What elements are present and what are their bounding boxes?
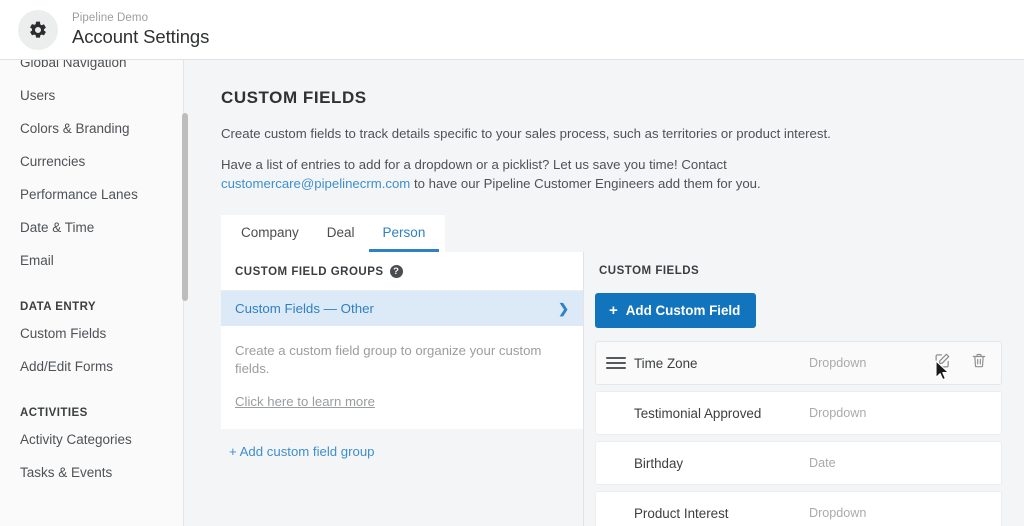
- sidebar-scrollbar-thumb[interactable]: [182, 113, 188, 301]
- table-row[interactable]: Time Zone Dropdown: [595, 341, 1002, 385]
- sidebar-item-users[interactable]: Users: [0, 79, 183, 112]
- sidebar-heading-activities: ACTIVITIES: [20, 407, 88, 419]
- fields-panel-heading: CUSTOM FIELDS: [599, 265, 700, 277]
- contact-suffix: to have our Pipeline Customer Engineers …: [410, 176, 761, 191]
- add-custom-field-button[interactable]: + Add Custom Field: [595, 293, 757, 328]
- panels-container: CUSTOM FIELD GROUPS ? Custom Fields — Ot…: [221, 252, 1002, 526]
- sidebar-item-performance-lanes[interactable]: Performance Lanes: [0, 178, 183, 211]
- account-settings-page: Pipeline Demo Account Settings Global Na…: [0, 0, 1024, 526]
- field-name: Birthday: [634, 455, 684, 471]
- group-item-custom-fields-other[interactable]: Custom Fields — Other ❯: [221, 291, 583, 326]
- fields-panel-header: CUSTOM FIELDS: [595, 252, 1002, 281]
- groups-card: Custom Fields — Other ❯ Create a custom …: [221, 291, 583, 429]
- sidebar-item-custom-fields[interactable]: Custom Fields: [0, 317, 183, 350]
- table-row[interactable]: Testimonial Approved Dropdown: [595, 391, 1002, 435]
- field-type: Date: [809, 456, 836, 470]
- help-circle-icon[interactable]: ?: [389, 265, 403, 278]
- sidebar-item-currencies[interactable]: Currencies: [0, 145, 183, 178]
- page-title: Account Settings: [72, 25, 210, 47]
- custom-fields-list: Time Zone Dropdown Testimonial Approved …: [595, 341, 1002, 526]
- sidebar-item-email[interactable]: Email: [0, 244, 183, 277]
- sidebar-item-colors-branding[interactable]: Colors & Branding: [0, 112, 183, 145]
- groups-empty-state: Create a custom field group to organize …: [221, 326, 583, 429]
- settings-sidebar[interactable]: Global Navigation Users Colors & Brandin…: [0, 60, 184, 526]
- gear-icon[interactable]: [18, 9, 58, 50]
- field-name: Product Interest: [634, 505, 729, 521]
- sidebar-item-date-time[interactable]: Date & Time: [0, 211, 183, 244]
- contact-paragraph: Have a list of entries to add for a drop…: [221, 155, 881, 193]
- groups-panel-header: CUSTOM FIELD GROUPS ?: [221, 252, 583, 291]
- table-row[interactable]: Product Interest Dropdown: [595, 491, 1002, 526]
- learn-more-link[interactable]: Click here to learn more: [235, 394, 375, 409]
- app-header: Pipeline Demo Account Settings: [0, 0, 1024, 60]
- chevron-right-icon: ❯: [558, 301, 569, 316]
- sidebar-item-tasks-events[interactable]: Tasks & Events: [0, 456, 183, 489]
- sidebar-item-global-navigation[interactable]: Global Navigation: [0, 60, 183, 79]
- tab-deal[interactable]: Deal: [313, 215, 369, 252]
- row-actions: [934, 352, 987, 374]
- section-title: CUSTOM FIELDS: [221, 88, 367, 107]
- custom-fields-panel: CUSTOM FIELDS + Add Custom Field Time Zo…: [584, 252, 1002, 526]
- contact-prefix: Have a list of entries to add for a drop…: [221, 157, 727, 172]
- plus-icon: +: [609, 302, 618, 319]
- drag-handle-icon[interactable]: [606, 357, 626, 369]
- add-custom-field-label: Add Custom Field: [625, 303, 741, 318]
- sidebar-scroll-content: Global Navigation Users Colors & Brandin…: [0, 60, 183, 499]
- sidebar-item-add-edit-forms[interactable]: Add/Edit Forms: [0, 350, 183, 383]
- tab-person[interactable]: Person: [368, 215, 440, 252]
- section-intro: Create custom fields to track details sp…: [221, 126, 831, 141]
- field-name: Time Zone: [634, 355, 698, 371]
- tab-company[interactable]: Company: [227, 215, 313, 252]
- add-custom-field-group-link[interactable]: + Add custom field group: [229, 444, 375, 459]
- field-name: Testimonial Approved: [634, 405, 762, 421]
- table-row[interactable]: Birthday Date: [595, 441, 1002, 485]
- brand-block: Pipeline Demo Account Settings: [72, 12, 209, 47]
- groups-empty-text: Create a custom field group to organize …: [235, 343, 542, 376]
- groups-panel-heading: CUSTOM FIELD GROUPS: [235, 265, 384, 278]
- field-type: Dropdown: [809, 506, 867, 520]
- trash-icon[interactable]: [971, 352, 987, 374]
- customer-care-email-link[interactable]: customercare@pipelinecrm.com: [221, 176, 410, 191]
- field-type: Dropdown: [809, 406, 867, 420]
- sidebar-item-activity-categories[interactable]: Activity Categories: [0, 423, 183, 456]
- sidebar-heading-data-entry: DATA ENTRY: [20, 301, 97, 313]
- entity-tabs: Company Deal Person: [221, 215, 446, 252]
- custom-field-groups-panel: CUSTOM FIELD GROUPS ? Custom Fields — Ot…: [221, 252, 583, 461]
- group-item-label: Custom Fields — Other: [235, 301, 374, 316]
- field-type: Dropdown: [809, 356, 867, 370]
- main-content: CUSTOM FIELDS Create custom fields to tr…: [185, 60, 1024, 526]
- edit-pencil-icon[interactable]: [934, 352, 951, 374]
- account-name: Pipeline Demo: [72, 11, 149, 24]
